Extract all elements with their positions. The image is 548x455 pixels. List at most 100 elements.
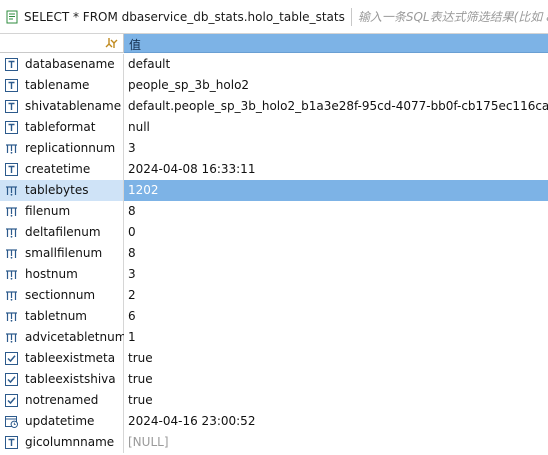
record-row-replicationnum[interactable]: replicationnum 3	[0, 138, 548, 159]
field-name-cell[interactable]: updatetime	[0, 411, 124, 432]
field-name-cell[interactable]: advicetabletnum	[0, 327, 127, 348]
field-name-cell[interactable]: sectionnum	[0, 285, 124, 306]
field-value-cell[interactable]: 1202	[124, 180, 548, 201]
field-name-cell[interactable]: tableformat	[0, 117, 124, 138]
field-name: databasename	[25, 57, 115, 71]
field-value-cell[interactable]: 0	[124, 222, 548, 243]
grid-header: 值	[0, 34, 548, 53]
text-type-icon	[5, 79, 18, 92]
field-value: 2	[128, 288, 136, 302]
field-value: null	[128, 120, 150, 134]
field-name-cell[interactable]: notrenamed	[0, 390, 124, 411]
record-row-filenum[interactable]: filenum 8	[0, 201, 548, 222]
field-value-cell[interactable]: null	[124, 117, 548, 138]
record-row-databasename[interactable]: databasename default	[0, 54, 548, 75]
field-name-cell[interactable]: smallfilenum	[0, 243, 124, 264]
field-value-cell[interactable]: 6	[124, 306, 548, 327]
field-value-cell[interactable]: people_sp_3b_holo2	[124, 75, 548, 96]
field-value: default	[128, 57, 171, 71]
field-value-cell[interactable]: 8	[124, 243, 548, 264]
field-value-cell[interactable]: [NULL]	[124, 432, 548, 453]
field-value-cell[interactable]: 1	[124, 327, 548, 348]
text-type-icon	[5, 58, 18, 71]
field-value-cell[interactable]: 8	[124, 201, 548, 222]
field-name: updatetime	[25, 414, 95, 428]
field-name: advicetabletnum	[25, 330, 127, 344]
number-type-icon	[5, 268, 18, 281]
field-value-cell[interactable]: 2024-04-16 23:00:52	[124, 411, 548, 432]
record-row-updatetime[interactable]: updatetime 2024-04-16 23:00:52	[0, 411, 548, 432]
field-value-cell[interactable]: default	[124, 54, 548, 75]
field-value-cell[interactable]: default.people_sp_3b_holo2_b1a3e28f-95cd…	[124, 96, 548, 117]
checkbox-type-icon	[5, 373, 18, 386]
field-name-cell[interactable]: filenum	[0, 201, 124, 222]
field-value: 6	[128, 309, 136, 323]
record-row-gicolumnname[interactable]: gicolumnname [NULL]	[0, 432, 548, 453]
field-name-cell[interactable]: tableexistmeta	[0, 348, 124, 369]
record-row-createtime[interactable]: createtime 2024-04-08 16:33:11	[0, 159, 548, 180]
field-value: 2024-04-16 23:00:52	[128, 414, 256, 428]
text-type-icon	[5, 436, 18, 449]
sort-columns-icon[interactable]	[103, 36, 119, 50]
field-value-cell[interactable]: 2024-04-08 16:33:11	[124, 159, 548, 180]
field-value-cell[interactable]: 3	[124, 264, 548, 285]
record-row-tablebytes[interactable]: tablebytes 1202	[0, 180, 548, 201]
record-row-tablename[interactable]: tablename people_sp_3b_holo2	[0, 75, 548, 96]
record-row-shivatablename[interactable]: shivatablename default.people_sp_3b_holo2…	[0, 96, 548, 117]
field-value: 1202	[128, 183, 159, 197]
number-type-icon	[5, 142, 18, 155]
field-value: people_sp_3b_holo2	[128, 78, 250, 92]
field-name-cell[interactable]: hostnum	[0, 264, 124, 285]
filter-separator	[350, 7, 352, 26]
record-row-hostnum[interactable]: hostnum 3	[0, 264, 548, 285]
result-filter-bar: SELECT * FROM dbaservice_db_stats.holo_t…	[0, 0, 548, 34]
record-row-tabletnum[interactable]: tabletnum 6	[0, 306, 548, 327]
field-name: tablebytes	[25, 183, 89, 197]
field-name-cell[interactable]: deltafilenum	[0, 222, 124, 243]
value-column-header[interactable]: 值	[124, 34, 548, 53]
number-type-icon	[5, 310, 18, 323]
field-name: tableexistmeta	[25, 351, 116, 365]
field-name-cell[interactable]: tablename	[0, 75, 124, 96]
field-value-cell[interactable]: true	[124, 348, 548, 369]
number-type-icon	[5, 247, 18, 260]
record-row-tableexistshiva[interactable]: tableexistshiva true	[0, 369, 548, 390]
field-name: replicationnum	[25, 141, 116, 155]
number-type-icon	[5, 184, 18, 197]
text-type-icon	[5, 163, 18, 176]
field-name-cell[interactable]: tablebytes	[0, 180, 124, 201]
field-name-cell[interactable]: createtime	[0, 159, 124, 180]
record-row-tableexistmeta[interactable]: tableexistmeta true	[0, 348, 548, 369]
record-row-notrenamed[interactable]: notrenamed true	[0, 390, 548, 411]
field-name: shivatablename	[25, 99, 122, 113]
field-name-cell[interactable]: gicolumnname	[0, 432, 124, 453]
field-name-cell[interactable]: tabletnum	[0, 306, 124, 327]
text-type-icon	[5, 121, 18, 134]
field-value: true	[128, 372, 153, 386]
record-row-tableformat[interactable]: tableformat null	[0, 117, 548, 138]
sql-query-text: SELECT * FROM dbaservice_db_stats.holo_t…	[24, 9, 345, 24]
number-type-icon	[5, 331, 18, 344]
record-row-smallfilenum[interactable]: smallfilenum 8	[0, 243, 548, 264]
record-row-deltafilenum[interactable]: deltafilenum 0	[0, 222, 548, 243]
column-name-header[interactable]	[0, 34, 124, 53]
field-value-cell[interactable]: true	[124, 369, 548, 390]
field-name: smallfilenum	[25, 246, 103, 260]
field-name-cell[interactable]: tableexistshiva	[0, 369, 124, 390]
field-value-cell[interactable]: true	[124, 390, 548, 411]
record-row-advicetabletnum[interactable]: advicetabletnum 1	[0, 327, 548, 348]
field-name: filenum	[25, 204, 71, 218]
field-name: hostnum	[25, 267, 78, 281]
field-name-cell[interactable]: replicationnum	[0, 138, 124, 159]
field-value: default.people_sp_3b_holo2_b1a3e28f-95cd…	[128, 99, 548, 113]
record-row-sectionnum[interactable]: sectionnum 2	[0, 285, 548, 306]
field-value-cell[interactable]: 3	[124, 138, 548, 159]
text-type-icon	[5, 100, 18, 113]
field-value-cell[interactable]: 2	[124, 285, 548, 306]
field-name: createtime	[25, 162, 91, 176]
number-type-icon	[5, 226, 18, 239]
sql-filter-input[interactable]	[357, 9, 548, 24]
field-name-cell[interactable]: databasename	[0, 54, 124, 75]
number-type-icon	[5, 205, 18, 218]
field-name-cell[interactable]: shivatablename	[0, 96, 124, 117]
